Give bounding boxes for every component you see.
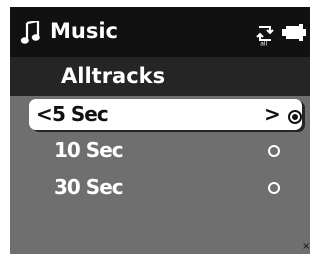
option-30-sec[interactable]: 30 Sec	[10, 170, 310, 201]
left-arrow-icon[interactable]: <	[36, 103, 53, 125]
right-arrow-icon[interactable]: >	[264, 103, 281, 125]
status-bar: Music all	[10, 7, 310, 57]
corner-mark-icon: ×	[302, 241, 310, 252]
app-title: Music	[50, 19, 118, 43]
screen-title: Alltracks	[61, 64, 166, 88]
option-10-sec[interactable]: 10 Sec	[10, 133, 310, 164]
repeat-all-icon: all	[256, 26, 274, 48]
option-label: 10 Sec	[54, 138, 124, 162]
radio-selected-icon[interactable]	[288, 110, 302, 124]
option-5-sec[interactable]: < 5 Sec >	[29, 99, 302, 130]
title-bar: Alltracks	[10, 57, 310, 96]
device-screen: Music all Alltracks < 5 Sec > 10 Sec 30 …	[10, 7, 310, 254]
music-note-icon	[20, 21, 40, 44]
option-label: 5 Sec	[52, 102, 109, 126]
radio-unselected-icon[interactable]	[268, 145, 280, 157]
option-label: 30 Sec	[54, 175, 124, 199]
repeat-icon-label: all	[260, 41, 267, 48]
radio-unselected-icon[interactable]	[268, 182, 280, 194]
options-list: < 5 Sec > 10 Sec 30 Sec ×	[10, 96, 310, 254]
battery-icon	[282, 24, 306, 41]
